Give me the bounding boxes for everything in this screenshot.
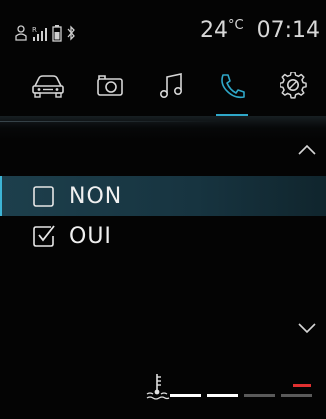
coolant-temperature-gauge <box>146 372 322 408</box>
gauge-segment <box>281 394 312 397</box>
gauge-segment <box>244 394 275 397</box>
chevron-down-icon <box>296 320 318 339</box>
camera-icon <box>95 72 125 98</box>
option-label: OUI <box>69 223 112 249</box>
temperature-value: 24 <box>200 18 228 43</box>
signal-strength-icon: R <box>32 24 48 42</box>
tab-settings[interactable] <box>272 72 316 116</box>
coolant-temperature-icon <box>146 372 170 402</box>
scroll-up-button[interactable] <box>296 142 318 156</box>
checkbox-checked-icon[interactable] <box>32 224 56 248</box>
options-list: NON OUI <box>0 176 326 256</box>
status-bar: R 24°C 07:14 <box>0 0 326 56</box>
tab-camera[interactable] <box>88 72 132 116</box>
header-divider-line <box>0 121 220 122</box>
svg-text:R: R <box>32 26 37 34</box>
gauge-segment <box>170 394 201 397</box>
option-label: NON <box>69 183 123 209</box>
temperature-unit: °C <box>228 18 244 33</box>
option-oui[interactable]: OUI <box>0 216 326 256</box>
screen: R 24°C 07:14 NON OUI <box>0 0 326 419</box>
settings-gear-icon <box>280 72 308 100</box>
battery-icon <box>52 24 62 42</box>
bluetooth-icon <box>66 24 76 42</box>
clock: 07:14 <box>256 18 320 43</box>
gauge-warning-marker <box>293 384 311 387</box>
tab-bar <box>26 72 322 116</box>
chevron-up-icon <box>296 142 318 161</box>
tab-phone[interactable] <box>210 72 254 116</box>
gauge-segment <box>207 394 238 397</box>
car-icon <box>31 72 65 98</box>
phone-icon <box>217 72 247 100</box>
tab-media[interactable] <box>150 72 194 116</box>
checkbox-unchecked-icon[interactable] <box>32 184 56 208</box>
header-divider <box>0 116 326 140</box>
scroll-down-button[interactable] <box>296 320 318 334</box>
outside-temperature: 24°C <box>200 18 244 43</box>
status-icons: R <box>14 22 76 44</box>
music-note-icon <box>159 72 185 100</box>
user-icon <box>14 24 28 42</box>
option-non[interactable]: NON <box>0 176 326 216</box>
tab-vehicle[interactable] <box>26 72 70 116</box>
